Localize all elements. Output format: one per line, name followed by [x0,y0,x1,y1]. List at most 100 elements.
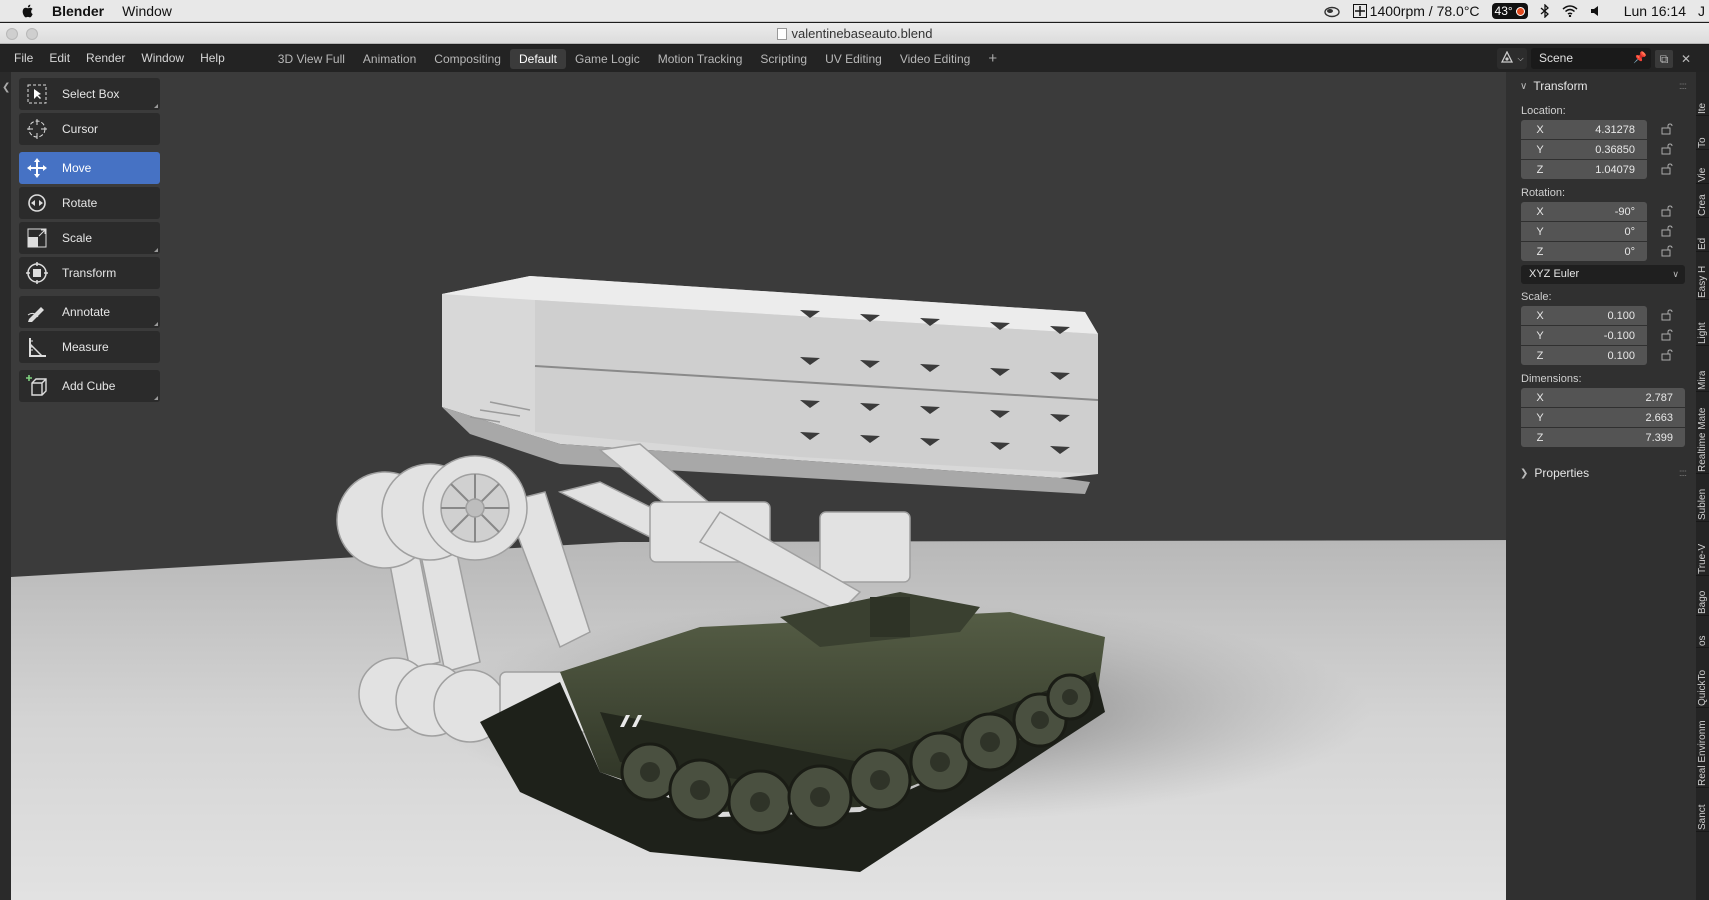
chevron-right-icon: ❯ [1520,467,1529,479]
sidebar-tab-15[interactable]: Sanct [1696,792,1709,832]
unlock-icon[interactable] [1661,225,1673,237]
transform-panel-title: Transform [1533,79,1588,93]
sidebar-tab-2[interactable]: Vie [1696,154,1709,184]
tool-scale[interactable]: Scale [19,222,160,254]
region-toggle-strip[interactable]: ❮ [0,72,11,900]
tool-transform[interactable]: Transform [19,257,160,289]
mac-window-menu[interactable]: Window [122,3,172,19]
tool-cursor[interactable]: Cursor [19,113,160,145]
unlock-icon[interactable] [1661,143,1673,155]
location-z-field[interactable]: Z 1.04079 [1521,160,1673,179]
sidebar-tab-12[interactable]: os [1696,620,1709,648]
scene-type-dropdown[interactable]: ⌵ [1497,48,1527,69]
scale-x-field[interactable]: X 0.100 [1521,306,1673,325]
rotation-z-field[interactable]: Z 0° [1521,242,1673,261]
volume-icon[interactable] [1590,5,1602,17]
rotation-y-value: 0° [1624,225,1635,238]
scale-y-value: -0.100 [1603,329,1635,342]
menu-file[interactable]: File [6,45,41,72]
drag-grip-icon[interactable]: :::: [1679,81,1687,92]
tool-label: Move [62,161,92,175]
sidebar-tab-10[interactable]: True-V [1696,526,1709,576]
menu-render[interactable]: Render [78,45,133,72]
rotation-y-field[interactable]: Y 0° [1521,222,1673,241]
unlock-icon[interactable] [1661,123,1673,135]
scene-name-field[interactable]: Scene 📌 [1531,48,1651,69]
sidebar-tab-14[interactable]: Real Environm [1696,712,1709,788]
unlock-icon[interactable] [1661,309,1673,321]
delete-scene-button[interactable]: ✕ [1677,50,1695,68]
tool-rotate[interactable]: Rotate [19,187,160,219]
user-menu[interactable]: J [1698,3,1705,19]
axis-label: Y [1536,143,1544,156]
unlock-icon[interactable] [1661,349,1673,361]
sidebar-tab-13[interactable]: QuickTo [1696,652,1709,708]
dimensions-z-value: 7.399 [1645,431,1673,444]
location-y-field[interactable]: Y 0.36850 [1521,140,1673,159]
sidebar-tab-3[interactable]: Crea [1696,188,1709,218]
new-scene-button[interactable]: ⧉ [1655,49,1673,68]
duplicate-icon: ⧉ [1659,51,1669,66]
tab-game-logic[interactable]: Game Logic [566,49,649,69]
tool-measure[interactable]: Measure [19,331,160,363]
location-label: Location: [1521,105,1566,117]
chevron-down-icon: ∨ [1672,269,1679,279]
tool-select-box[interactable]: Select Box [19,78,160,110]
unlock-icon[interactable] [1661,205,1673,217]
tab-animation[interactable]: Animation [354,49,425,69]
menu-window[interactable]: Window [133,45,192,72]
fan-icon [1352,4,1367,18]
sidebar-tab-6[interactable]: Light [1696,304,1709,346]
add-workspace-button[interactable]: + [979,49,1006,69]
transform-panel-header[interactable]: ∨ Transform :::: [1506,74,1696,98]
fan-status[interactable]: 1400rpm / 78.0°C [1352,3,1480,19]
apple-logo-icon[interactable] [20,3,36,19]
menu-edit[interactable]: Edit [41,45,78,72]
location-x-field[interactable]: X 4.31278 [1521,120,1673,139]
cloud-icon[interactable] [1323,4,1341,18]
sidebar-tab-11[interactable]: Bago [1696,580,1709,616]
app-name-menu[interactable]: Blender [52,3,104,19]
tool-move[interactable]: Move [19,152,160,184]
sidebar-tab-1[interactable]: To [1696,120,1709,150]
tab-default[interactable]: Default [509,48,567,69]
temperature-badge[interactable]: 43° [1491,3,1528,19]
menu-help[interactable]: Help [192,45,233,72]
unlock-icon[interactable] [1661,163,1673,175]
sidebar-tab-5[interactable]: Easy H [1696,256,1709,300]
sidebar-tab-0[interactable]: Ite [1696,90,1709,116]
tab-compositing[interactable]: Compositing [425,49,510,69]
wifi-icon[interactable] [1562,5,1578,17]
tab-motion-tracking[interactable]: Motion Tracking [649,49,752,69]
dimensions-y-field[interactable]: Y 2.663 [1521,408,1685,427]
rotation-mode-dropdown[interactable]: XYZ Euler ∨ [1521,265,1685,284]
scale-y-field[interactable]: Y -0.100 [1521,326,1673,345]
sidebar-tab-8[interactable]: Realtime Mate [1696,396,1709,474]
tab-video-editing[interactable]: Video Editing [891,49,980,69]
tab-3d-view-full[interactable]: 3D View Full [269,49,354,69]
tool-annotate[interactable]: Annotate [19,296,160,328]
unlock-icon[interactable] [1661,329,1673,341]
sidebar-tab-9[interactable]: Sublen [1696,478,1709,522]
dimensions-z-field[interactable]: Z 7.399 [1521,428,1685,447]
window-title: valentinebaseauto.blend [0,26,1709,41]
scale-z-field[interactable]: Z 0.100 [1521,346,1673,365]
clock[interactable]: Lun 16:14 [1624,3,1686,19]
rotation-x-field[interactable]: X -90° [1521,202,1673,221]
pin-icon[interactable]: 📌 [1633,48,1647,69]
tab-uv-editing[interactable]: UV Editing [816,49,891,69]
rotate-icon [26,192,48,214]
3d-viewport[interactable]: ❮ Select Box Cursor Move Rotate Scale Tr… [0,72,1709,900]
sidebar-tab-7[interactable]: Mira [1696,350,1709,392]
dimensions-y-value: 2.663 [1645,411,1673,424]
tool-add-cube[interactable]: Add Cube [19,370,160,402]
location-y-value: 0.36850 [1595,143,1635,156]
properties-panel-header[interactable]: ❯ Properties :::: [1506,461,1696,485]
chevron-left-icon[interactable]: ❮ [2,82,10,93]
tab-scripting[interactable]: Scripting [751,49,816,69]
drag-grip-icon[interactable]: :::: [1679,468,1687,479]
unlock-icon[interactable] [1661,245,1673,257]
bluetooth-icon[interactable] [1540,4,1550,18]
sidebar-tab-4[interactable]: Ed [1696,222,1709,252]
dimensions-x-field[interactable]: X 2.787 [1521,388,1685,407]
